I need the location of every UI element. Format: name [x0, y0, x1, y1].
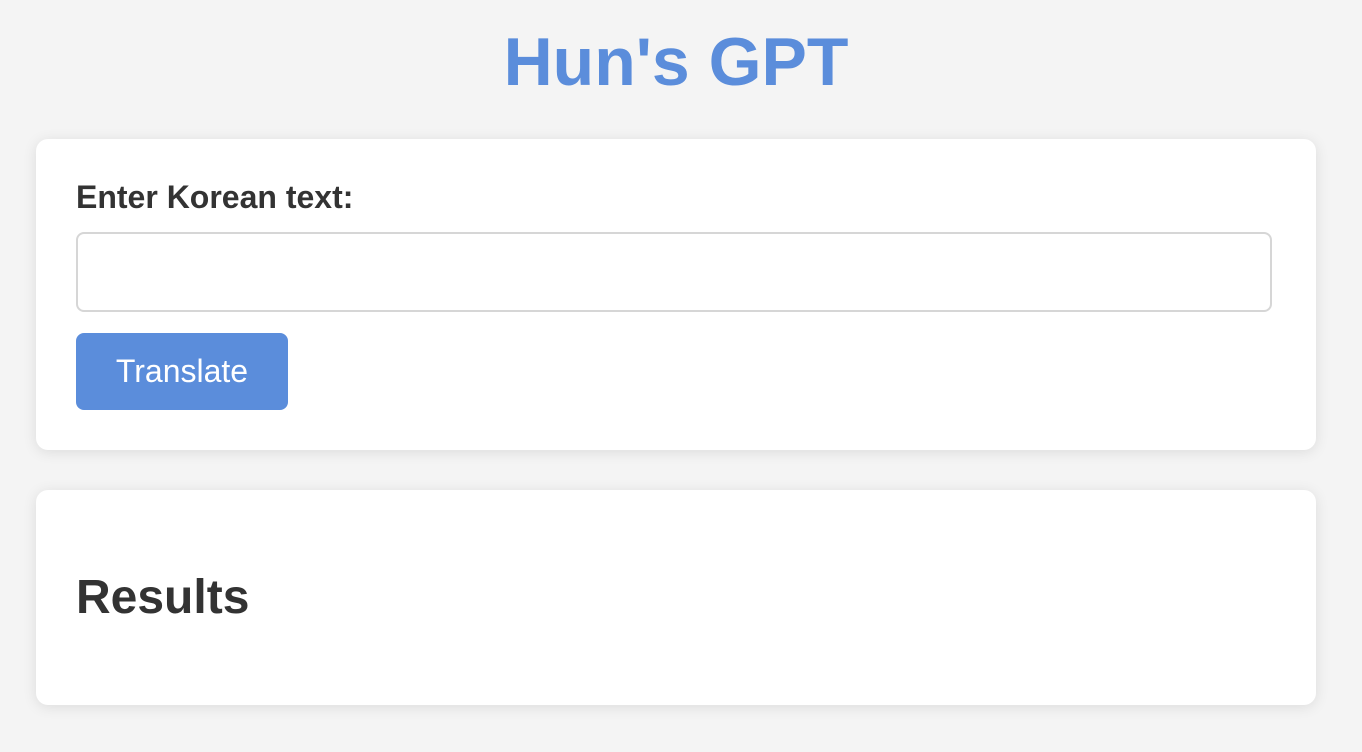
korean-text-input[interactable] [76, 232, 1272, 312]
translate-button[interactable]: Translate [76, 333, 288, 410]
app-title: Hun's GPT [503, 24, 849, 100]
korean-text-label: Enter Korean text: [76, 179, 354, 215]
results-heading: Results [76, 571, 250, 624]
